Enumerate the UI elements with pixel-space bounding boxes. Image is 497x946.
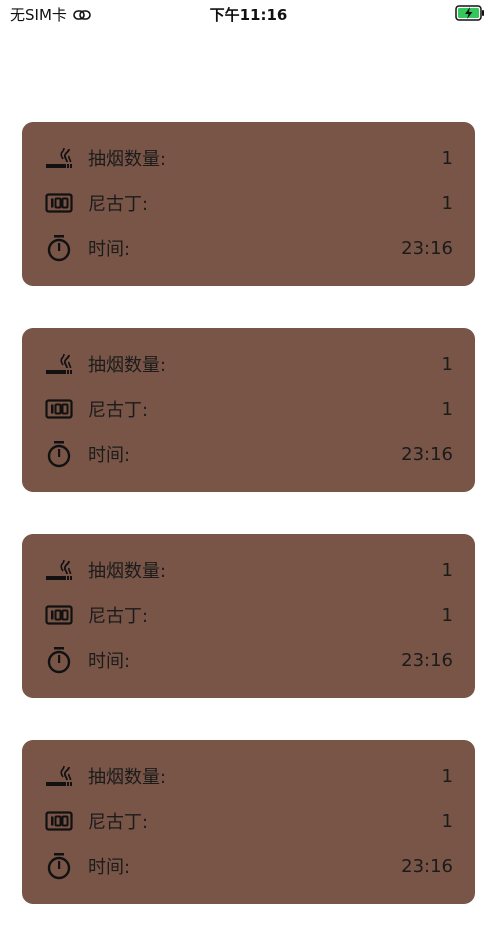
smoking-icon [44,555,74,585]
cigarettes-label: 抽烟数量: [88,355,167,376]
nicotine-label: 尼古丁: [88,194,149,215]
nicotine-icon [44,600,74,630]
time-row: 时间: 23:16 [44,233,453,263]
stopwatch-icon [44,233,74,263]
smoking-icon [44,349,74,379]
cigarettes-value: 1 [441,147,453,169]
cigarettes-value: 1 [441,559,453,581]
nicotine-value: 1 [441,398,453,420]
cigarettes-label: 抽烟数量: [88,561,167,582]
status-bar: 无SIM卡 下午11:16 [0,0,497,28]
nicotine-row: 尼古丁: 1 [44,394,453,424]
cigarettes-value: 1 [441,353,453,375]
nicotine-value: 1 [441,810,453,832]
nicotine-label: 尼古丁: [88,812,149,833]
nicotine-icon [44,806,74,836]
nicotine-row: 尼古丁: 1 [44,600,453,630]
record-card[interactable]: 抽烟数量: 1 尼古丁: 1 时间: 23:16 [22,328,475,492]
battery-charging-icon [455,5,484,21]
time-row: 时间: 23:16 [44,645,453,675]
time-value: 23:16 [401,237,453,259]
time-row: 时间: 23:16 [44,439,453,469]
status-time: 下午11:16 [209,6,288,24]
time-label: 时间: [88,239,131,260]
cigarettes-row: 抽烟数量: 1 [44,555,453,585]
stopwatch-icon [44,645,74,675]
smoking-icon [44,761,74,791]
time-value: 23:16 [401,443,453,465]
cigarettes-row: 抽烟数量: 1 [44,143,453,173]
nicotine-label: 尼古丁: [88,400,149,421]
time-value: 23:16 [401,649,453,671]
time-value: 23:16 [401,855,453,877]
nicotine-icon [44,188,74,218]
cigarettes-label: 抽烟数量: [88,149,167,170]
cigarettes-label: 抽烟数量: [88,767,167,788]
stopwatch-icon [44,851,74,881]
nicotine-value: 1 [441,192,453,214]
stopwatch-icon [44,439,74,469]
time-label: 时间: [88,857,131,878]
record-list[interactable]: 抽烟数量: 1 尼古丁: 1 时间: 23:16 抽烟数量: 1 尼古丁: 1 … [22,122,475,946]
nicotine-value: 1 [441,604,453,626]
time-label: 时间: [88,651,131,672]
nicotine-icon [44,394,74,424]
record-card[interactable]: 抽烟数量: 1 尼古丁: 1 时间: 23:16 [22,122,475,286]
time-label: 时间: [88,445,131,466]
nicotine-label: 尼古丁: [88,606,149,627]
record-card[interactable]: 抽烟数量: 1 尼古丁: 1 时间: 23:16 [22,740,475,904]
cigarettes-row: 抽烟数量: 1 [44,761,453,791]
cigarettes-row: 抽烟数量: 1 [44,349,453,379]
time-row: 时间: 23:16 [44,851,453,881]
nicotine-row: 尼古丁: 1 [44,188,453,218]
cigarettes-value: 1 [441,765,453,787]
nicotine-row: 尼古丁: 1 [44,806,453,836]
record-card[interactable]: 抽烟数量: 1 尼古丁: 1 时间: 23:16 [22,534,475,698]
smoking-icon [44,143,74,173]
